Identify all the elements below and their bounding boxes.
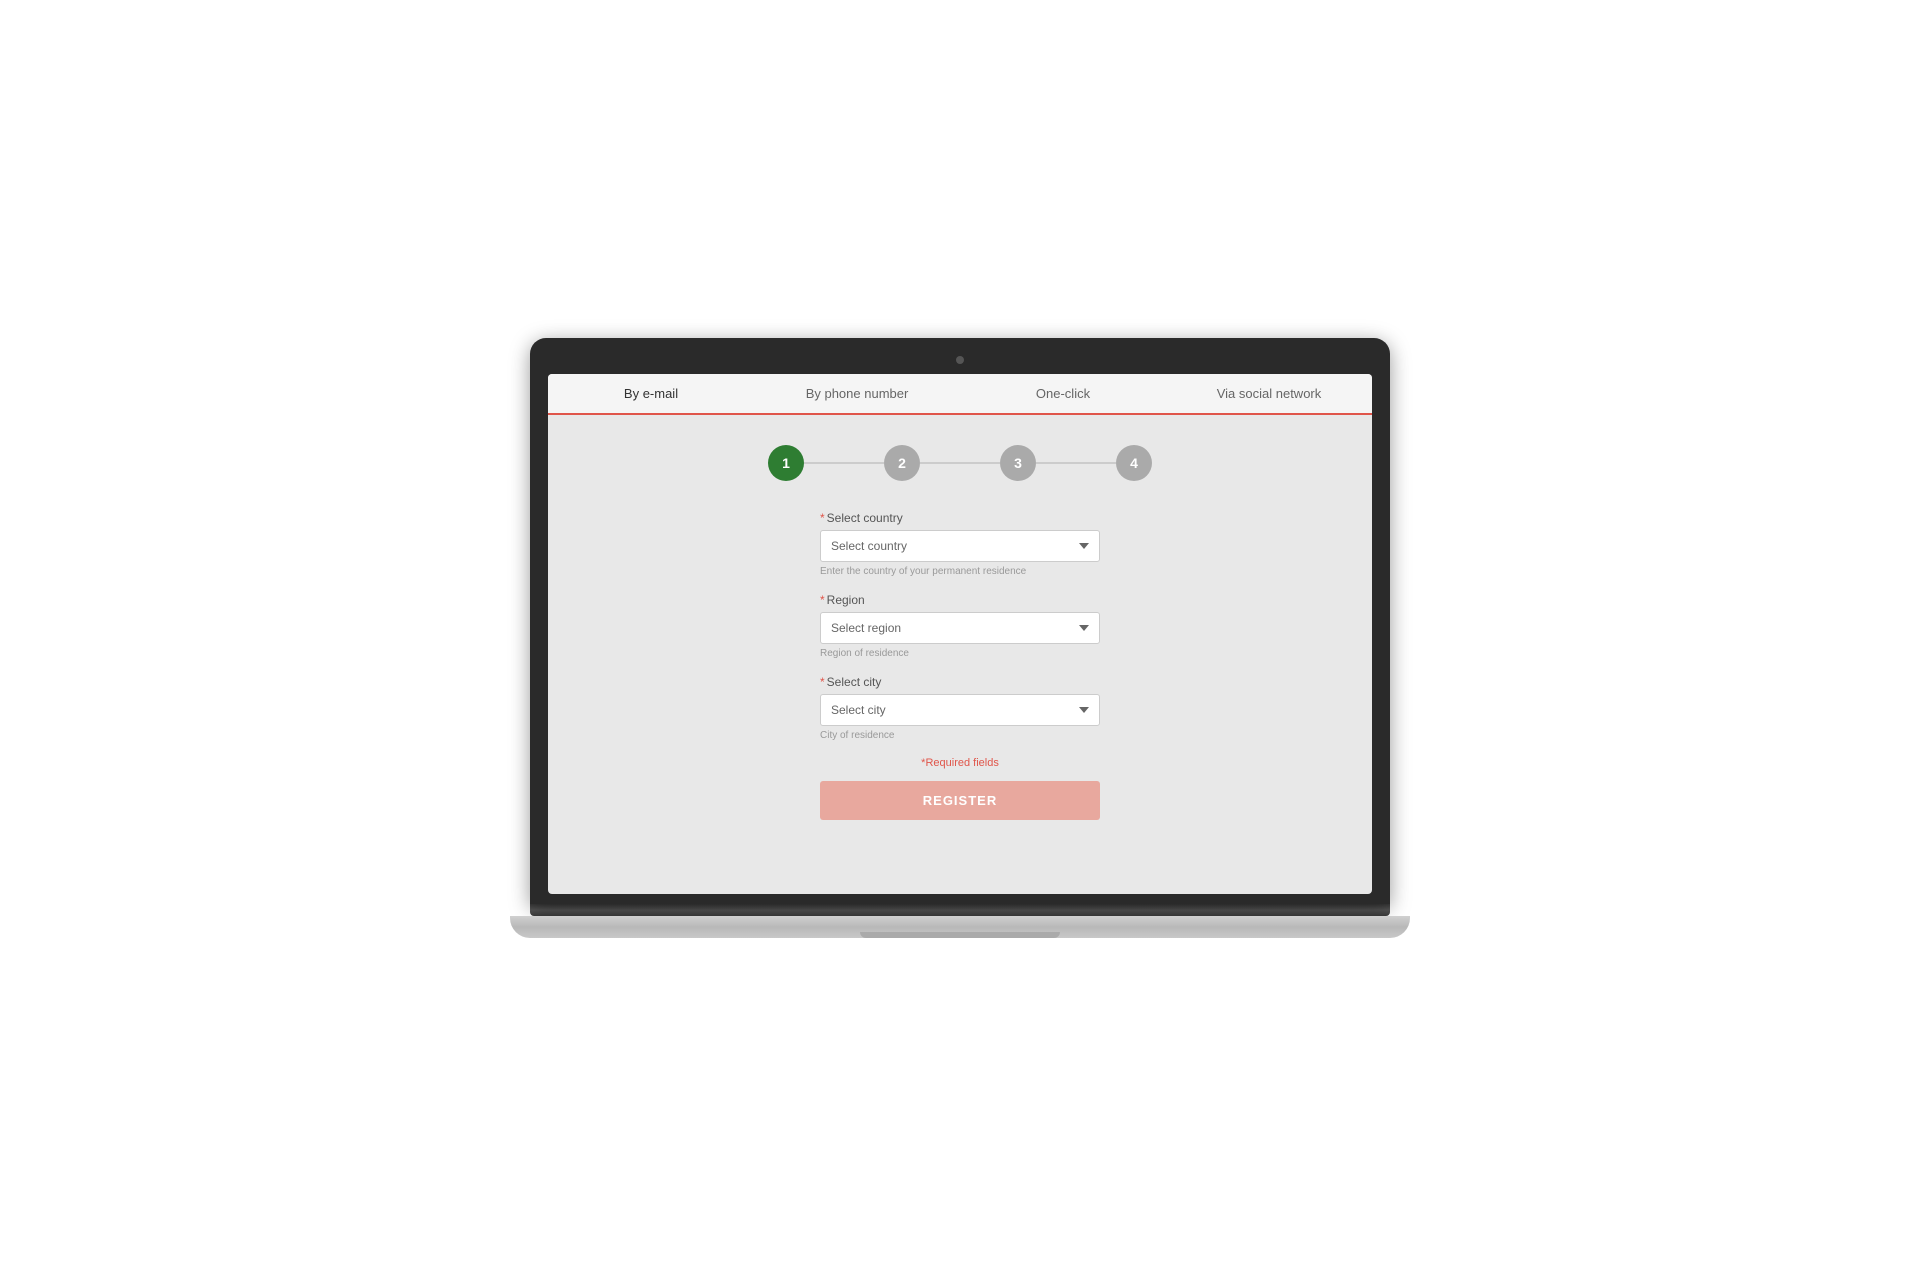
step-3: 3 bbox=[1000, 445, 1036, 481]
tabs-bar: By e-mail By phone number One-click Via … bbox=[548, 374, 1372, 415]
city-field-group: * Select city Select city City of reside… bbox=[820, 675, 1100, 741]
country-required-star: * bbox=[820, 511, 825, 525]
register-button[interactable]: REGISTER bbox=[820, 781, 1100, 820]
region-field-group: * Region Select region Region of residen… bbox=[820, 593, 1100, 659]
step-2: 2 bbox=[884, 445, 920, 481]
region-label: * Region bbox=[820, 593, 1100, 607]
laptop-wrapper: By e-mail By phone number One-click Via … bbox=[510, 338, 1410, 938]
city-label-text: Select city bbox=[827, 675, 882, 689]
region-required-star: * bbox=[820, 593, 825, 607]
laptop-base bbox=[510, 916, 1410, 938]
city-select[interactable]: Select city bbox=[820, 694, 1100, 726]
region-select[interactable]: Select region bbox=[820, 612, 1100, 644]
country-hint: Enter the country of your permanent resi… bbox=[820, 566, 1100, 577]
laptop-screen: By e-mail By phone number One-click Via … bbox=[548, 374, 1372, 894]
tab-phone[interactable]: By phone number bbox=[754, 374, 960, 413]
tab-oneclick[interactable]: One-click bbox=[960, 374, 1166, 413]
step-line-3 bbox=[1036, 462, 1116, 464]
form-fields: * Select country Select country Enter th… bbox=[820, 511, 1100, 757]
tab-email-label: By e-mail bbox=[624, 386, 678, 401]
tab-oneclick-label: One-click bbox=[1036, 386, 1090, 401]
required-note: *Required fields bbox=[921, 757, 999, 769]
tab-email[interactable]: By e-mail bbox=[548, 374, 754, 413]
laptop-hinge bbox=[530, 904, 1390, 916]
country-field-group: * Select country Select country Enter th… bbox=[820, 511, 1100, 577]
step-1: 1 bbox=[768, 445, 804, 481]
steps-container: 1 2 3 4 bbox=[768, 445, 1152, 481]
region-label-text: Region bbox=[827, 593, 865, 607]
tab-phone-label: By phone number bbox=[806, 386, 909, 401]
country-select[interactable]: Select country bbox=[820, 530, 1100, 562]
form-area: 1 2 3 4 bbox=[548, 415, 1372, 850]
country-label: * Select country bbox=[820, 511, 1100, 525]
laptop-screen-bezel: By e-mail By phone number One-click Via … bbox=[530, 338, 1390, 904]
screen-content: By e-mail By phone number One-click Via … bbox=[548, 374, 1372, 894]
tab-social[interactable]: Via social network bbox=[1166, 374, 1372, 413]
step-line-2 bbox=[920, 462, 1000, 464]
city-label: * Select city bbox=[820, 675, 1100, 689]
city-hint: City of residence bbox=[820, 730, 1100, 741]
country-label-text: Select country bbox=[827, 511, 903, 525]
step-line-1 bbox=[804, 462, 884, 464]
region-hint: Region of residence bbox=[820, 648, 1100, 659]
tab-social-label: Via social network bbox=[1217, 386, 1322, 401]
step-4: 4 bbox=[1116, 445, 1152, 481]
city-required-star: * bbox=[820, 675, 825, 689]
laptop-camera bbox=[956, 356, 964, 364]
